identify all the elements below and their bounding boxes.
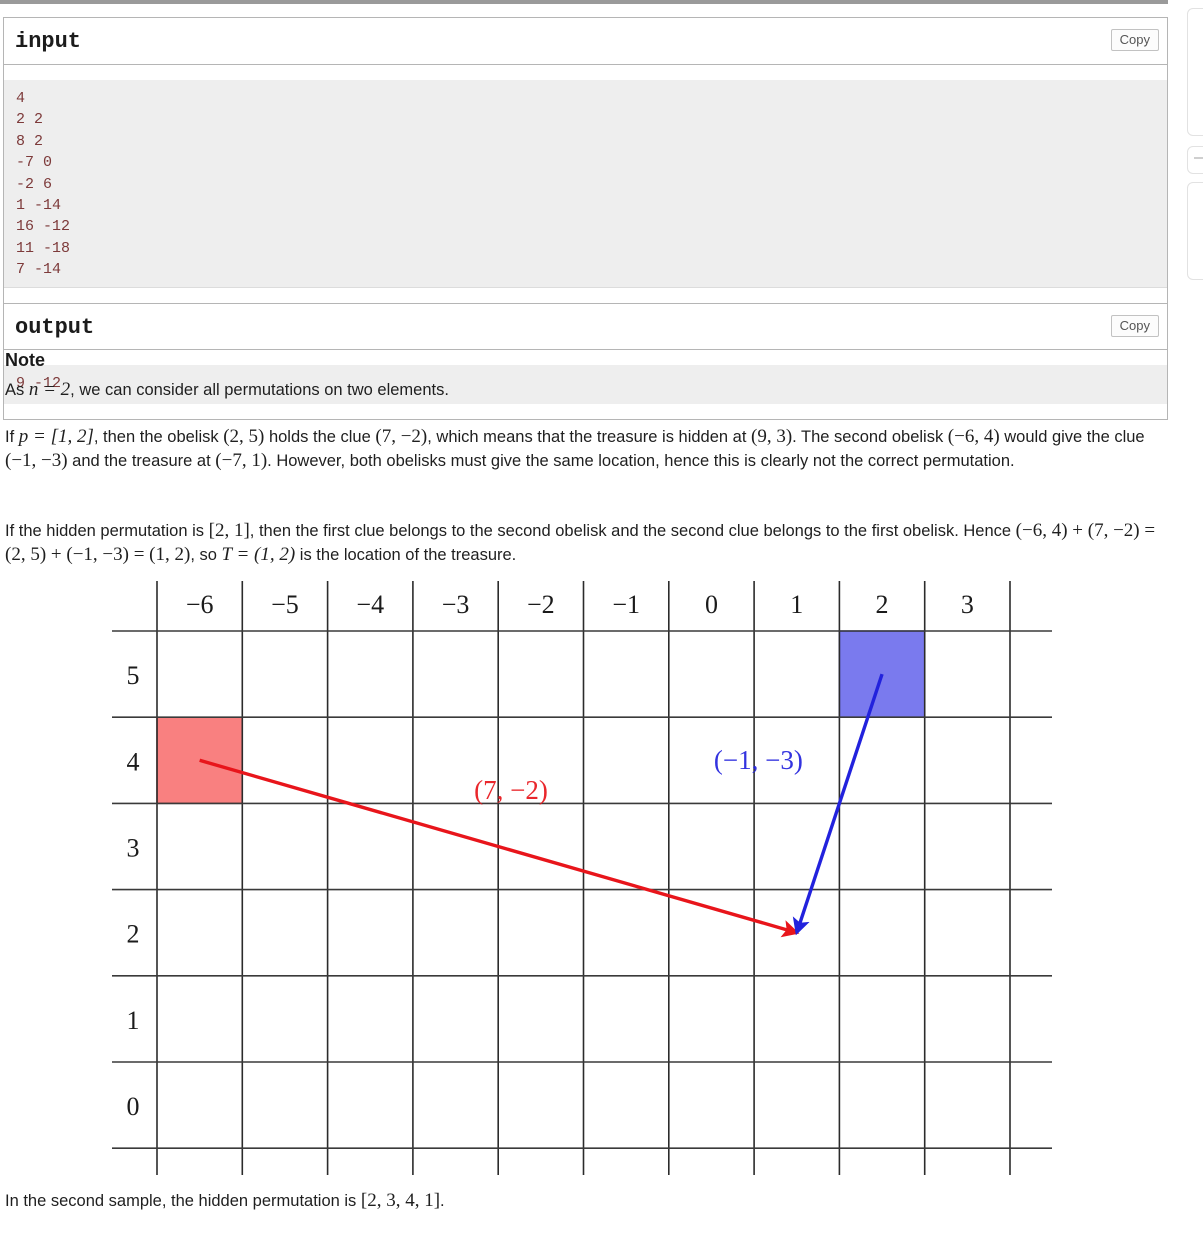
x-tick-label: −5	[271, 590, 299, 619]
p2-text-g: and the treasure at	[67, 452, 216, 470]
p2-text-c: holds the clue	[264, 428, 376, 446]
x-tick-label: 0	[705, 590, 718, 619]
p3-math-3: T = (1, 2)	[221, 544, 296, 565]
treasure-grid-figure: −6 −5 −4 −3 −2 −1 0 1 2 3 5 4 3 2 1 0 (7, −2) (−1, −3)	[0, 575, 1080, 1175]
p2-text-h: . However, both obelisks must give the s…	[267, 452, 1015, 470]
p3-text-a: If the hidden permutation is	[5, 522, 209, 540]
p2-math-3: (7, −2)	[375, 426, 428, 447]
y-tick-label: 5	[127, 661, 140, 690]
p2-math-6: (−1, −3)	[5, 450, 68, 471]
y-tick-label: 2	[127, 920, 140, 949]
note-paragraph-2: If p = [1, 2], then the obelisk (2, 5) h…	[5, 425, 1165, 473]
p4-math-1: [2, 3, 4, 1]	[360, 1190, 441, 1211]
y-tick-label: 0	[127, 1092, 140, 1121]
p1-text-a: As	[5, 381, 29, 399]
p3-math-1: [2, 1]	[208, 520, 250, 541]
page-top-divider	[0, 0, 1168, 4]
p3-text-b: , then the first clue belongs to the sec…	[249, 522, 1016, 540]
p3-text-d: is the location of the treasure.	[295, 546, 517, 564]
x-tick-label: −3	[442, 590, 470, 619]
p1-text-b: , we can consider all permutations on tw…	[70, 381, 449, 399]
x-tick-label: 1	[790, 590, 803, 619]
note-heading: Note	[5, 350, 45, 370]
p2-math-4: (9, 3)	[751, 426, 793, 447]
p2-math-7: (−7, 1)	[215, 450, 268, 471]
x-tick-label: −6	[186, 590, 214, 619]
note-paragraph-3: If the hidden permutation is [2, 1], the…	[5, 519, 1165, 567]
y-tick-label: 1	[127, 1006, 140, 1035]
p4-text-a: In the second sample, the hidden permuta…	[5, 1192, 361, 1210]
output-label: output	[15, 314, 95, 340]
x-tick-label: −4	[356, 590, 384, 619]
input-label: input	[15, 29, 82, 54]
output-header: output Copy	[4, 302, 1167, 350]
p2-text-f: would give the clue	[999, 428, 1145, 446]
p2-text-d: , which means that the treasure is hidde…	[427, 428, 752, 446]
input-data[interactable]: 4 2 2 8 2 -7 0 -2 6 1 -14 16 -12 11 -18 …	[4, 80, 1167, 288]
p2-math-5: (−6, 4)	[947, 426, 1000, 447]
p3-text-c: , so	[190, 546, 222, 564]
note-paragraph-1: As n = 2, we can consider all permutatio…	[5, 378, 1155, 402]
y-tick-label: 4	[127, 747, 140, 776]
right-ghost-panel-top	[1187, 8, 1203, 136]
p1-math: n = 2	[28, 379, 71, 400]
p4-text-b: .	[440, 1192, 445, 1210]
right-ghost-panel-bottom	[1187, 182, 1203, 280]
p2-text-e: . The second obelisk	[792, 428, 948, 446]
p2-text-a: If	[5, 428, 19, 446]
p2-math-1: p = [1, 2]	[18, 426, 94, 447]
copy-input-button[interactable]: Copy	[1110, 29, 1159, 51]
copy-output-button[interactable]: Copy	[1110, 314, 1159, 337]
p2-math-2: (2, 5)	[223, 426, 265, 447]
grid-svg: −6 −5 −4 −3 −2 −1 0 1 2 3 5 4 3 2 1 0 (7, −2) (−1, −3)	[112, 581, 1052, 1175]
obelisk-blue-cell	[838, 630, 926, 718]
x-tick-label: −1	[612, 590, 640, 619]
sample-test-panel: input Copy 4 2 2 8 2 -7 0 -2 6 1 -14 16 …	[3, 17, 1168, 421]
x-tick-label: 3	[961, 590, 974, 619]
p2-text-b: , then the obelisk	[93, 428, 224, 446]
ghost-dash-icon	[1194, 157, 1203, 159]
clue-blue-label: (−1, −3)	[714, 745, 803, 775]
input-header: input Copy	[4, 18, 1167, 65]
right-ghost-panel-mid	[1187, 146, 1203, 174]
clue-red-label: (7, −2)	[474, 775, 548, 805]
note-paragraph-4: In the second sample, the hidden permuta…	[5, 1189, 905, 1213]
x-tick-label: 2	[876, 590, 889, 619]
y-tick-label: 3	[127, 834, 140, 863]
x-tick-label: −2	[527, 590, 555, 619]
